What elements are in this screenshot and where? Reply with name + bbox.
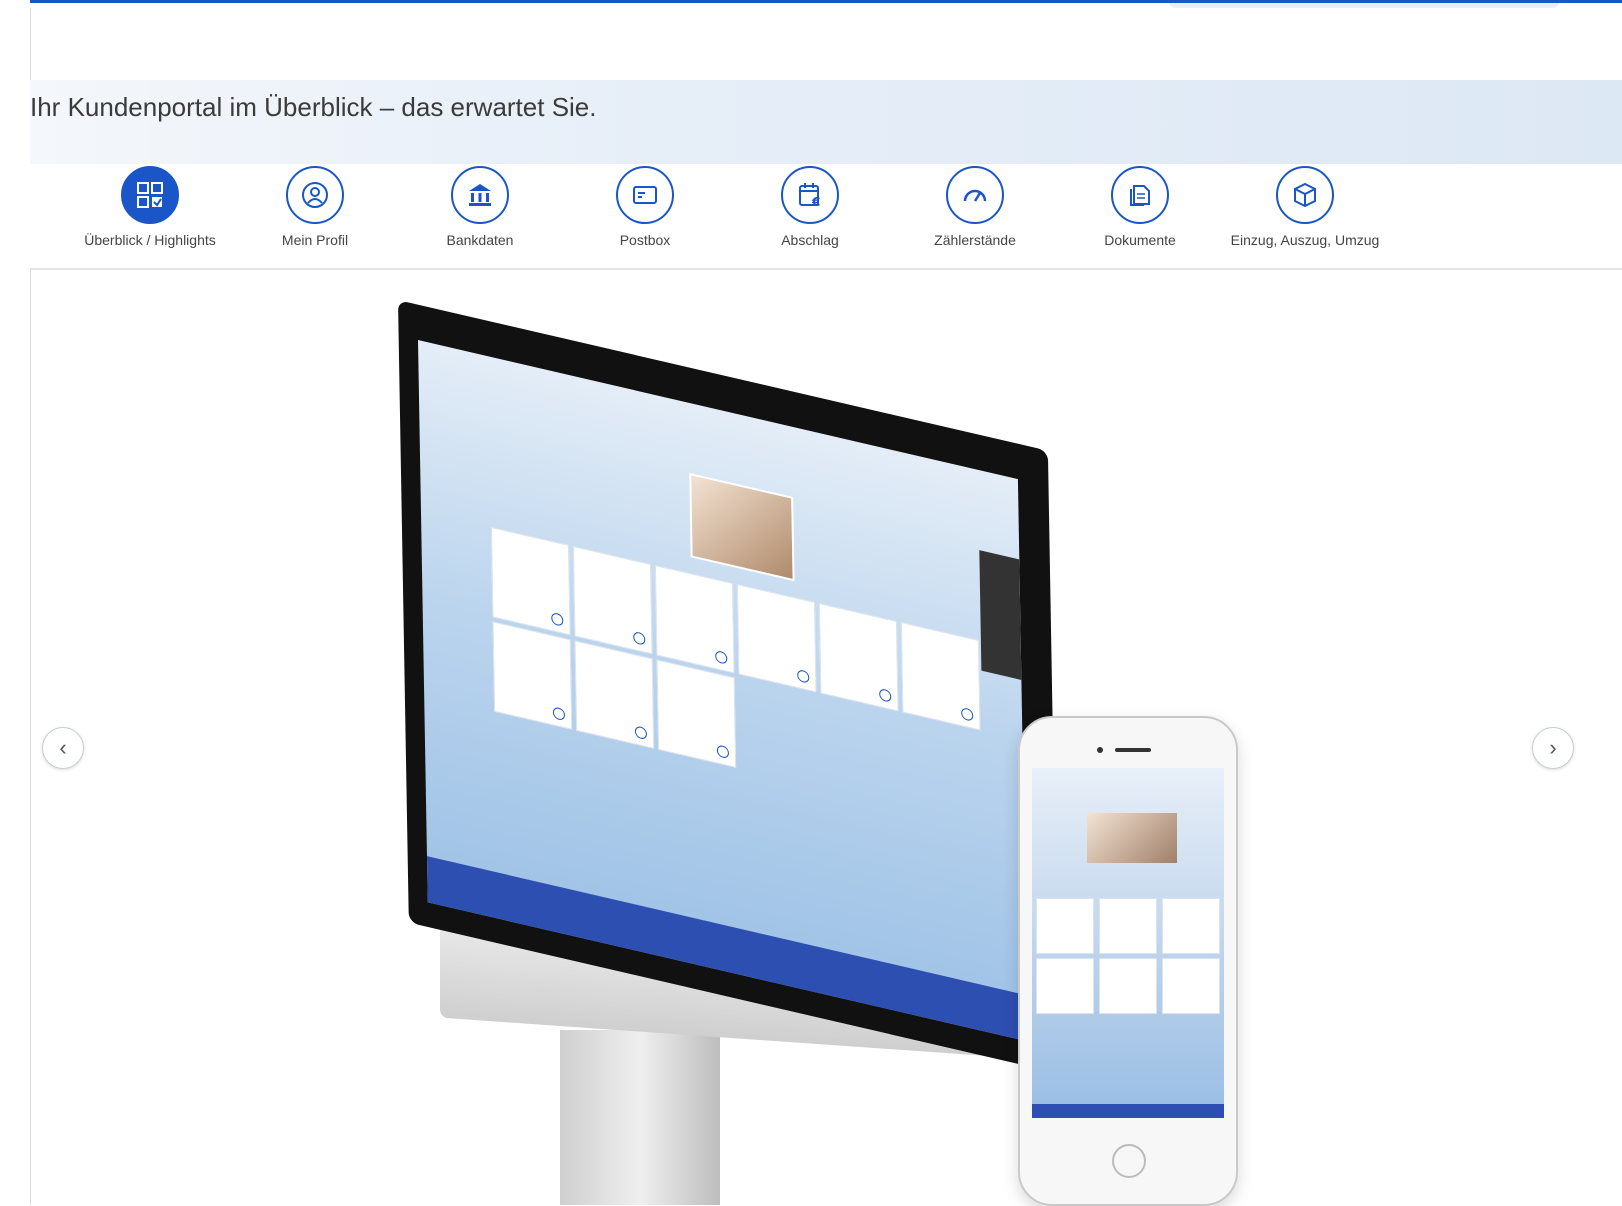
tile-icon	[551, 611, 564, 627]
overview-grid-icon	[121, 166, 179, 224]
phone-speaker	[1115, 748, 1151, 752]
tile-icon	[716, 744, 730, 760]
monitor-stand	[560, 1030, 720, 1205]
phone-tile	[1099, 958, 1157, 1014]
carousel-next-button[interactable]: ›	[1532, 727, 1574, 769]
nav-item-documents[interactable]: Dokumente	[1050, 164, 1230, 248]
nav-item-installment[interactable]: € Abschlag	[720, 164, 900, 248]
chevron-right-icon: ›	[1549, 735, 1557, 760]
feature-nav: Überblick / Highlights Mein Profil Bankd…	[30, 164, 1622, 270]
user-profile-icon	[286, 166, 344, 224]
tile-icon	[552, 706, 566, 722]
top-tab-indicator	[1168, 0, 1560, 8]
bank-icon	[451, 166, 509, 224]
screen-tile	[492, 621, 573, 730]
screen-tile	[818, 602, 899, 712]
screen-tile	[654, 564, 735, 674]
tile-icon	[961, 706, 974, 722]
nav-label: Mein Profil	[281, 232, 349, 248]
phone-hero-image	[1087, 813, 1177, 863]
nav-item-postbox[interactable]: Postbox	[555, 164, 735, 248]
screen-tile	[900, 621, 981, 731]
nav-label: Zählerstände	[934, 232, 1016, 248]
screen-tile	[572, 545, 653, 655]
nav-item-overview[interactable]: Überblick / Highlights	[60, 164, 240, 248]
tile-icon	[634, 725, 648, 741]
nav-label: Postbox	[619, 232, 671, 248]
screen-tile	[736, 583, 817, 693]
nav-item-bank[interactable]: Bankdaten	[390, 164, 570, 248]
mailbox-icon	[616, 166, 674, 224]
phone-footer-bar	[1032, 1104, 1224, 1118]
nav-item-meter-readings[interactable]: Zählerstände	[885, 164, 1065, 248]
svg-text:€: €	[811, 195, 820, 209]
tile-icon	[715, 649, 728, 665]
nav-item-profile[interactable]: Mein Profil	[225, 164, 405, 248]
phone-tile	[1099, 898, 1157, 954]
tile-icon	[879, 687, 892, 703]
move-box-icon	[1276, 166, 1334, 224]
nav-label: Überblick / Highlights	[84, 232, 216, 248]
tile-icon	[633, 630, 646, 646]
calendar-euro-icon: €	[781, 166, 839, 224]
phone-tile	[1162, 898, 1220, 954]
phone-camera	[1097, 747, 1103, 753]
carousel-prev-button[interactable]: ‹	[42, 727, 84, 769]
documents-icon	[1111, 166, 1169, 224]
page-title: Ihr Kundenportal im Überblick – das erwa…	[30, 92, 597, 122]
phone-home-button	[1112, 1144, 1146, 1178]
nav-label: Bankdaten	[446, 232, 514, 248]
screen-tile	[656, 659, 737, 768]
nav-item-move[interactable]: Einzug, Auszug, Umzug	[1215, 164, 1395, 248]
phone-tile	[1036, 898, 1094, 954]
nav-label: Dokumente	[1104, 232, 1176, 248]
tile-icon	[797, 668, 810, 684]
nav-label: Einzug, Auszug, Umzug	[1230, 232, 1380, 248]
screen-tile	[574, 640, 655, 749]
phone-screen-preview	[1032, 768, 1224, 1118]
gauge-icon	[946, 166, 1004, 224]
phone-tile	[1162, 958, 1220, 1014]
chevron-left-icon: ‹	[59, 735, 67, 760]
screen-tile	[490, 526, 571, 636]
nav-label: Abschlag	[781, 232, 839, 248]
phone-tile	[1036, 958, 1094, 1014]
phone-illustration	[1018, 716, 1238, 1206]
screen-side-menu	[979, 550, 1022, 680]
screen-hero-image	[689, 472, 795, 582]
